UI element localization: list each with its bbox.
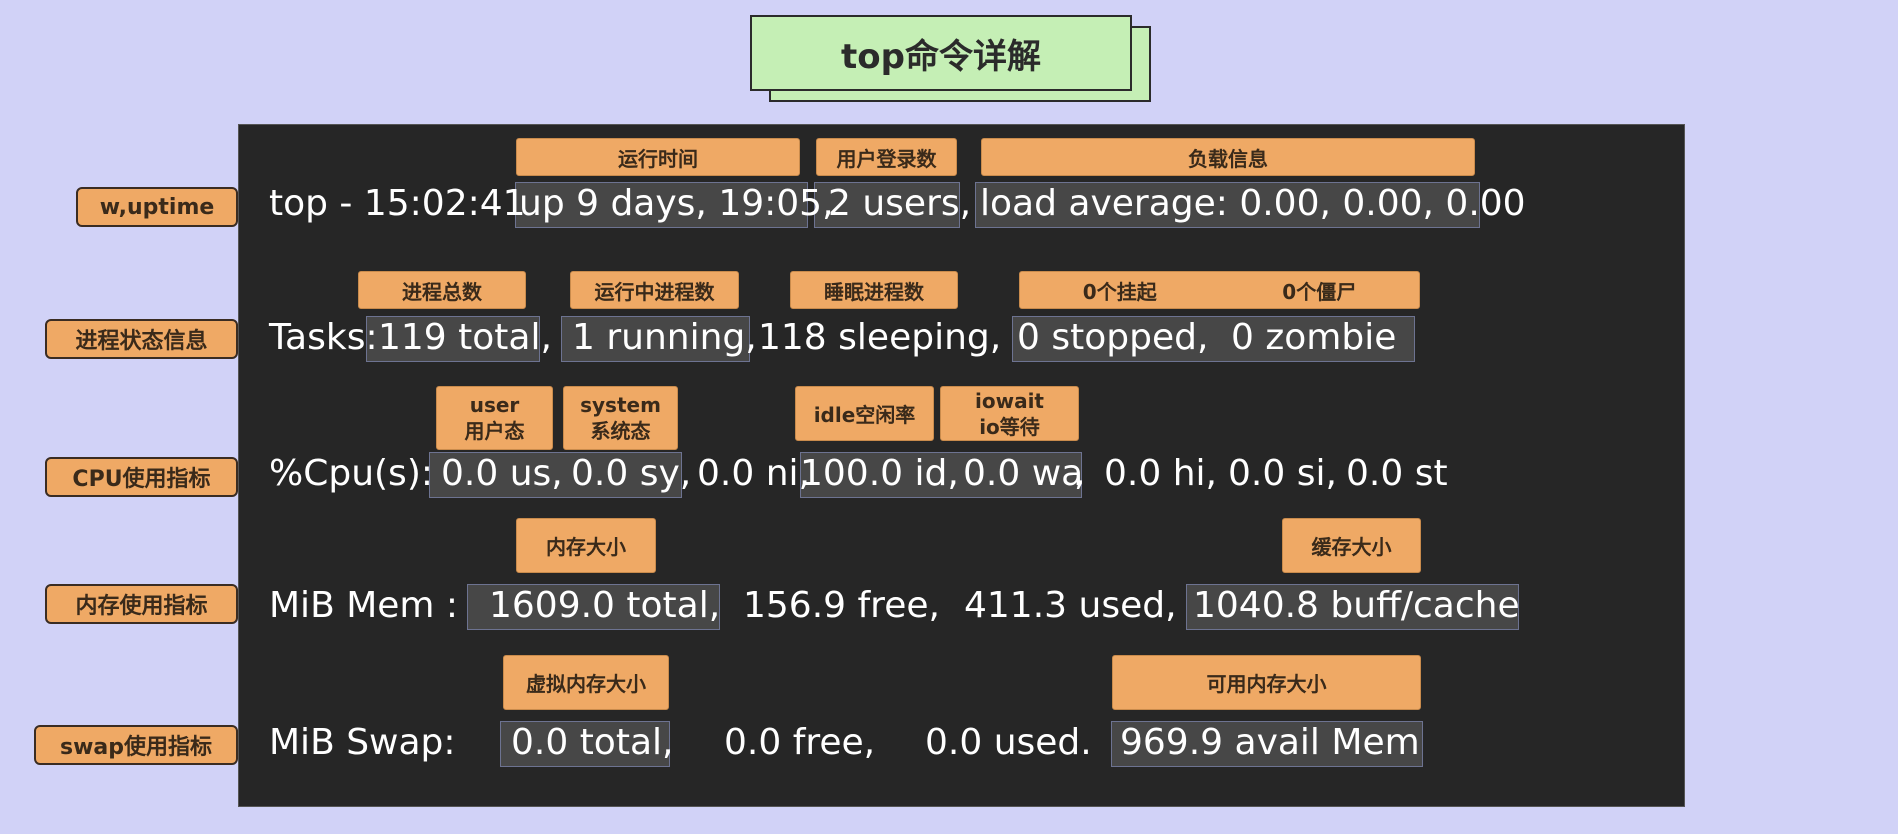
uptime-clock: top - 15:02:41 [269, 183, 526, 224]
tag-idle: idle空闲率 [795, 386, 934, 441]
section-label-swap: swap使用指标 [34, 725, 238, 765]
tasks-zombie: 0 zombie [1231, 317, 1397, 358]
tag-iowait: iowait io等待 [940, 386, 1079, 441]
swap-free: 0.0 free, [724, 722, 876, 763]
cpu-st: 0.0 st [1346, 453, 1448, 494]
mem-used: 411.3 used, [964, 585, 1177, 626]
swap-total: 0.0 total, [511, 722, 674, 763]
mem-buff-cache: 1040.8 buff/cache [1193, 585, 1520, 626]
tasks-label: Tasks: [269, 317, 378, 358]
mem-total: 1609.0 total, [489, 585, 721, 626]
tag-zombie: 0个僵尸 [1282, 279, 1357, 304]
tasks-running: 1 running, [572, 317, 757, 358]
section-label-mem: 内存使用指标 [45, 584, 238, 624]
tag-stopped-zombie: 0个挂起 0个僵尸 [1019, 271, 1420, 309]
tag-total-procs: 进程总数 [358, 271, 526, 309]
swap-used: 0.0 used. [925, 722, 1092, 763]
tasks-total: 119 total, [378, 317, 552, 358]
section-label-tasks: 进程状态信息 [45, 319, 238, 359]
tag-load-info: 负载信息 [981, 138, 1475, 176]
tag-system: system 系统态 [563, 386, 678, 450]
tasks-sleeping: 118 sleeping, [758, 317, 1002, 358]
cpu-label: %Cpu(s): [269, 453, 433, 494]
section-label-cpu: CPU使用指标 [45, 457, 238, 497]
swap-label: MiB Swap: [269, 722, 456, 763]
cpu-wa-comma: , [1074, 453, 1086, 494]
tag-run-time: 运行时间 [516, 138, 800, 176]
tag-users-login: 用户登录数 [816, 138, 957, 176]
load-average-value: load average: 0.00, 0.00, 0.00 [980, 183, 1526, 224]
cpu-us: 0.0 us, [441, 453, 563, 494]
swap-avail-mem: 969.9 avail Mem [1120, 722, 1420, 763]
cpu-hi: 0.0 hi, [1104, 453, 1217, 494]
tag-mem-size: 内存大小 [516, 518, 656, 573]
tag-cache-size: 缓存大小 [1282, 518, 1421, 573]
page-title: top命令详解 [750, 15, 1132, 91]
section-label-uptime: w,uptime [76, 187, 238, 227]
tag-running-procs: 运行中进程数 [570, 271, 739, 309]
uptime-value: up 9 days, 19:05, [519, 183, 834, 224]
tasks-stopped: 0 stopped, [1017, 317, 1209, 358]
cpu-ni: 0.0 ni, [697, 453, 810, 494]
users-value: 2 users, [828, 183, 972, 224]
cpu-si: 0.0 si, [1228, 453, 1337, 494]
tag-sleeping-procs: 睡眠进程数 [790, 271, 958, 309]
cpu-id: 100.0 id, [800, 453, 959, 494]
tag-stopped: 0个挂起 [1082, 279, 1157, 304]
cpu-sy: 0.0 sy, [571, 453, 692, 494]
tag-user: user 用户态 [436, 386, 553, 450]
mem-label: MiB Mem : [269, 585, 459, 626]
cpu-wa: 0.0 wa [963, 453, 1084, 494]
tag-avail-size: 可用内存大小 [1112, 655, 1421, 710]
tag-swap-size: 虚拟内存大小 [503, 655, 669, 710]
mem-free: 156.9 free, [743, 585, 940, 626]
